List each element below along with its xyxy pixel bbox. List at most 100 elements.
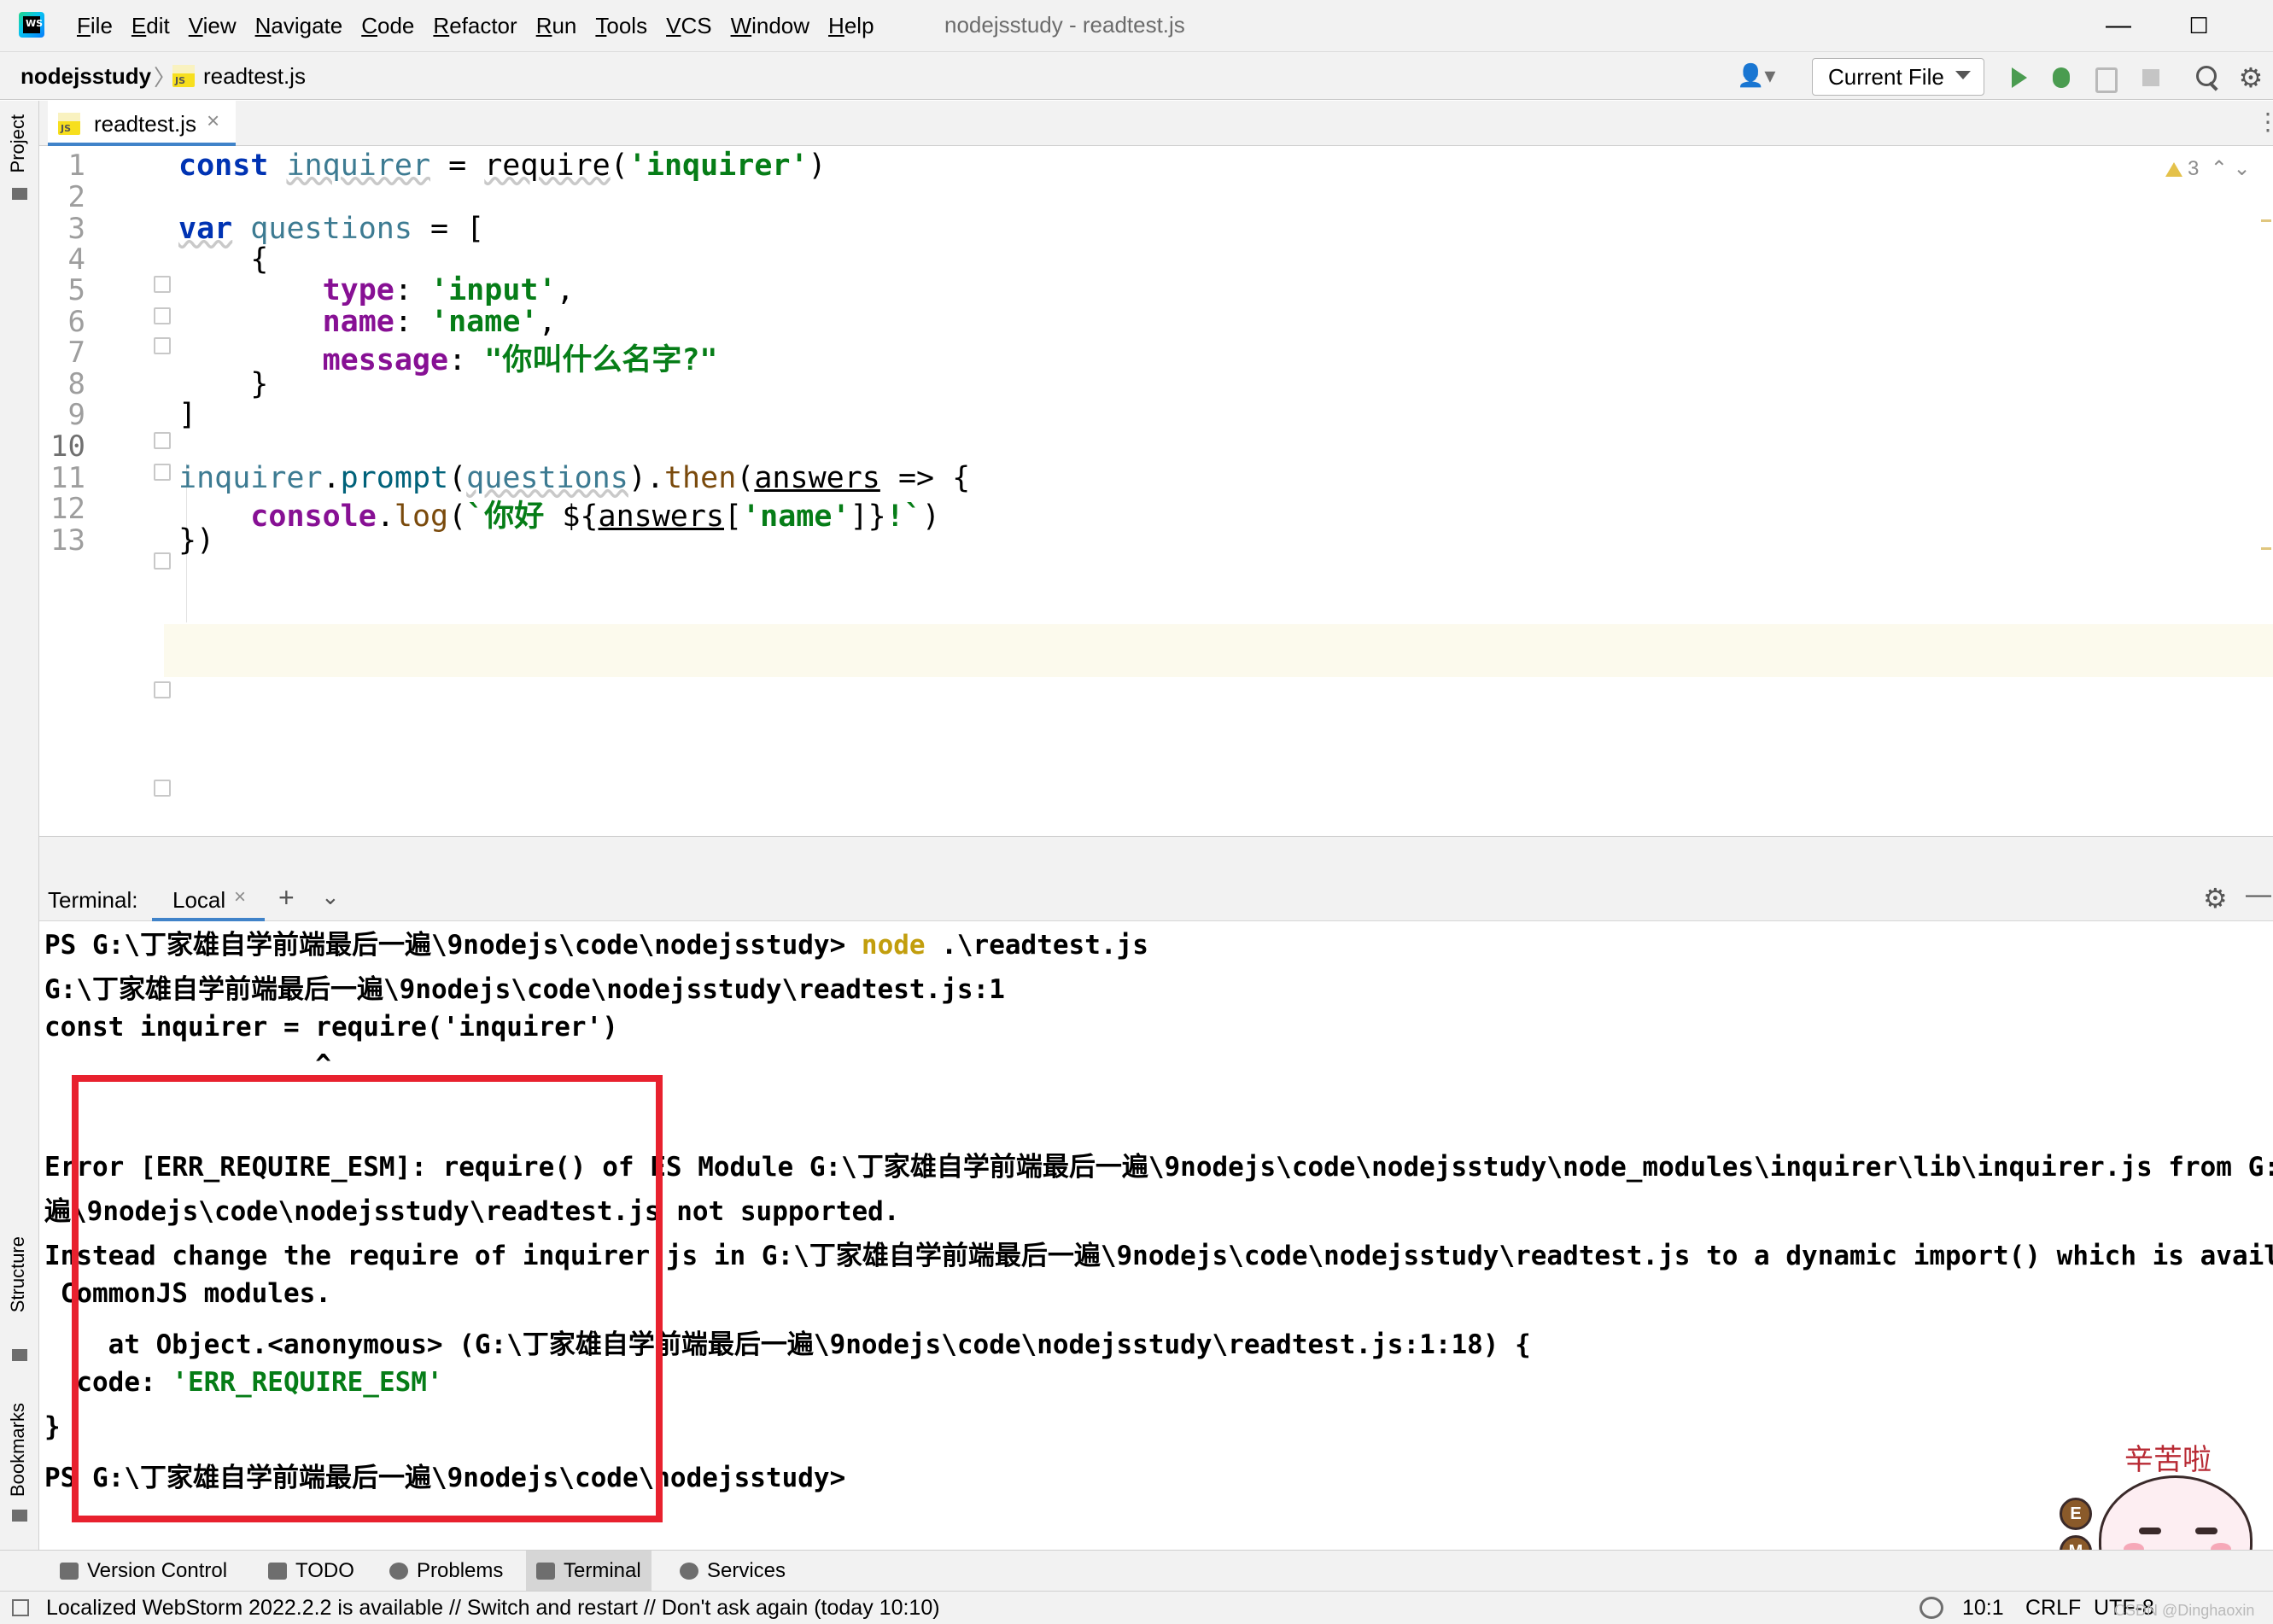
hide-panel-icon[interactable]: — [2246,880,2271,909]
terminal-line: } [44,1411,61,1442]
menu-tools[interactable]: Tools [595,13,647,39]
new-terminal-icon[interactable]: + [278,882,295,914]
line-number[interactable]: 1 [39,149,85,183]
menu-window[interactable]: Window [731,13,809,39]
keyword-token: var [178,212,233,246]
fold-marker-icon[interactable] [154,681,171,698]
breadcrumb-file[interactable]: readtest.js [203,63,306,90]
line-number[interactable]: 10 [39,429,85,464]
fold-marker-icon[interactable] [154,276,171,293]
method-token: log [394,499,449,534]
webstorm-logo-icon[interactable]: WS [19,12,44,38]
line-number[interactable]: 8 [39,367,85,401]
fold-marker-icon[interactable] [154,307,171,324]
structure-icon [12,1349,27,1361]
editor-terminal-splitter[interactable] [39,836,2273,877]
code-line-8: } [178,367,269,401]
string-token: 'inquirer' [628,149,809,183]
line-number[interactable]: 12 [39,492,85,526]
fold-marker-icon[interactable] [154,552,171,570]
scrollbar-warning-marker[interactable] [2261,547,2271,550]
warning-count: 3 [2188,157,2200,180]
stop-icon[interactable] [2135,62,2165,93]
tool-window-version-control[interactable]: Version Control [50,1551,237,1592]
structure-tool-tab[interactable]: Structure [7,1236,29,1312]
line-number[interactable]: 6 [39,305,85,339]
line-number[interactable]: 7 [39,336,85,370]
minimize-button[interactable]: — [2080,0,2157,51]
editor-tab-bar: JS readtest.js × ⋮ [39,101,2273,146]
fold-marker-icon[interactable] [154,337,171,354]
menu-view[interactable]: View [189,13,237,39]
menu-help[interactable]: Help [828,13,874,39]
window-title: nodejsstudy - readtest.js [944,12,1185,38]
close-icon[interactable]: × [234,885,246,909]
project-tool-tab[interactable]: Project [7,114,29,172]
inspection-nav-icon[interactable]: ⌃ ⌄ [2211,157,2251,180]
method-token: prompt [340,461,449,495]
code-line-11: inquirer.prompt(questions).then(answers … [178,461,971,495]
current-line-highlight [39,624,2273,677]
settings-gear-icon[interactable]: ⚙ [2235,62,2266,93]
function-token: require [484,149,611,183]
code-editor[interactable]: 1 2 3 4 5 6 7 8 9 10 11 12 13 const inquirer = requi… [39,146,2273,836]
property-token: name [322,305,394,339]
menu-refactor[interactable]: Refactor [433,13,517,39]
menu-run[interactable]: Run [536,13,577,39]
identifier-token: questions [250,212,412,246]
chevron-down-icon[interactable]: ⌄ [321,884,340,910]
line-separator[interactable]: CRLF [2025,1596,2081,1621]
menu-edit[interactable]: Edit [131,13,170,39]
fold-marker-icon[interactable] [154,464,171,481]
tool-window-problems[interactable]: Problems [379,1551,513,1592]
line-number[interactable]: 11 [39,461,85,495]
line-number[interactable]: 13 [39,523,85,558]
menu-code[interactable]: Code [361,13,414,39]
menu-bar: WS File Edit View Navigate Code Refactor Run To… [0,0,2273,51]
terminal-tab-local[interactable]: Local × [152,877,265,921]
inspection-widget[interactable]: 3 ⌃ ⌄ [2165,156,2251,181]
chevron-down-icon [1955,71,1971,79]
line-number[interactable]: 5 [39,273,85,307]
run-icon[interactable] [2003,62,2034,93]
code-line-13: }) [178,523,215,558]
update-notification[interactable]: Localized WebStorm 2022.2.2 is available… [46,1596,940,1621]
tool-window-bar: Version Control TODO Problems Terminal S… [0,1550,2273,1592]
string-token: 'input' [430,273,557,307]
settings-gear-icon[interactable]: ⚙ [2203,882,2228,914]
indexing-status-icon[interactable] [1919,1597,1943,1619]
fold-marker-icon[interactable] [154,432,171,449]
menu-file[interactable]: File [77,13,113,39]
caret-position[interactable]: 10:1 [1962,1596,2004,1621]
bookmarks-tool-tab[interactable]: Bookmarks [7,1403,29,1497]
user-account-icon[interactable]: 👤▾ [1737,62,1786,91]
tool-window-todo[interactable]: TODO [258,1551,365,1592]
search-icon[interactable] [2191,62,2222,93]
scrollbar-warning-marker[interactable] [2261,219,2271,222]
problems-icon [389,1563,408,1580]
menu-navigate[interactable]: Navigate [255,13,343,39]
debug-icon[interactable] [2046,62,2077,93]
string-token: 'name' [742,499,850,534]
fold-marker-icon[interactable] [154,780,171,797]
terminal-title: Terminal: [48,887,138,913]
identifier-token: inquirer [286,149,431,183]
line-number[interactable]: 2 [39,180,85,214]
toggle-tool-windows-icon[interactable] [12,1599,29,1616]
more-tabs-icon[interactable]: ⋮ [2256,108,2273,136]
line-number[interactable]: 3 [39,212,85,246]
tool-window-terminal[interactable]: Terminal [526,1551,652,1592]
line-number[interactable]: 9 [39,398,85,432]
run-with-coverage-icon[interactable] [2089,62,2119,93]
close-tab-icon[interactable]: × [207,108,219,134]
string-token: 'name' [430,305,539,339]
maximize-button[interactable]: ☐ [2160,0,2237,51]
terminal-command: node [861,930,926,961]
left-tool-strip: Project Structure Bookmarks [0,101,39,1586]
version-control-icon [60,1563,79,1580]
tool-window-services[interactable]: Services [669,1551,796,1592]
line-number[interactable]: 4 [39,242,85,277]
editor-tab-readtest[interactable]: JS readtest.js × [48,101,236,146]
menu-vcs[interactable]: VCS [666,13,711,39]
breadcrumb-project[interactable]: nodejsstudy [20,63,151,90]
